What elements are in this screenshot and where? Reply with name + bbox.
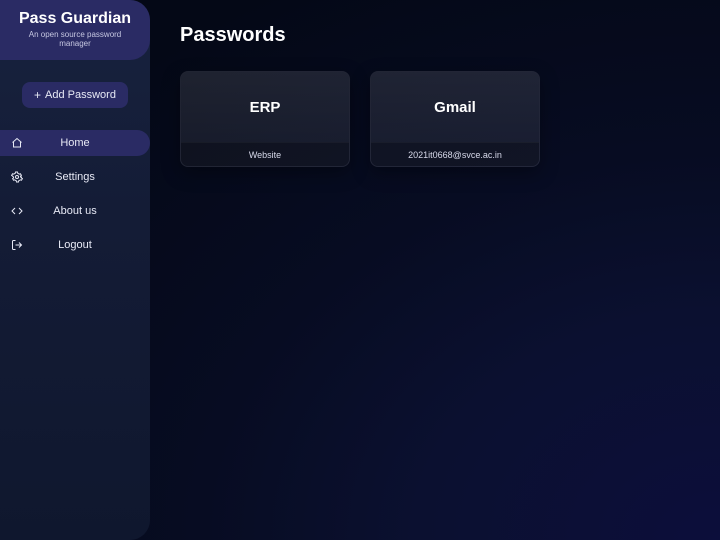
main-content: Passwords ERP Website Gmail 2021it0668@s… <box>150 0 720 540</box>
nav-item-settings[interactable]: Settings <box>0 164 150 190</box>
add-password-label: Add Password <box>45 89 116 101</box>
nav-label: Logout <box>24 239 140 251</box>
nav-label: About us <box>24 205 140 217</box>
brand-title: Pass Guardian <box>12 10 138 28</box>
brand-subtitle: An open source password manager <box>12 30 138 48</box>
nav-item-home[interactable]: Home <box>0 130 150 156</box>
page-title: Passwords <box>180 24 690 47</box>
add-password-wrap: + Add Password <box>0 82 150 108</box>
gear-icon <box>10 171 24 183</box>
sidebar-nav: Home Settings About us Logout <box>0 130 150 258</box>
nav-item-logout[interactable]: Logout <box>0 232 150 258</box>
sidebar: Pass Guardian An open source password ma… <box>0 0 150 540</box>
nav-label: Home <box>24 137 140 149</box>
add-password-button[interactable]: + Add Password <box>22 82 128 108</box>
plus-icon: + <box>34 89 41 101</box>
code-icon <box>10 205 24 217</box>
password-card[interactable]: Gmail 2021it0668@svce.ac.in <box>370 71 540 167</box>
home-icon <box>10 137 24 149</box>
password-card-list: ERP Website Gmail 2021it0668@svce.ac.in <box>180 71 690 167</box>
logout-icon <box>10 239 24 251</box>
brand-block: Pass Guardian An open source password ma… <box>0 0 150 60</box>
password-card-title: Gmail <box>371 72 539 142</box>
password-card-title: ERP <box>181 72 349 142</box>
password-card-subtitle: 2021it0668@svce.ac.in <box>371 142 539 166</box>
nav-item-about[interactable]: About us <box>0 198 150 224</box>
nav-label: Settings <box>24 171 140 183</box>
password-card[interactable]: ERP Website <box>180 71 350 167</box>
password-card-subtitle: Website <box>181 142 349 166</box>
